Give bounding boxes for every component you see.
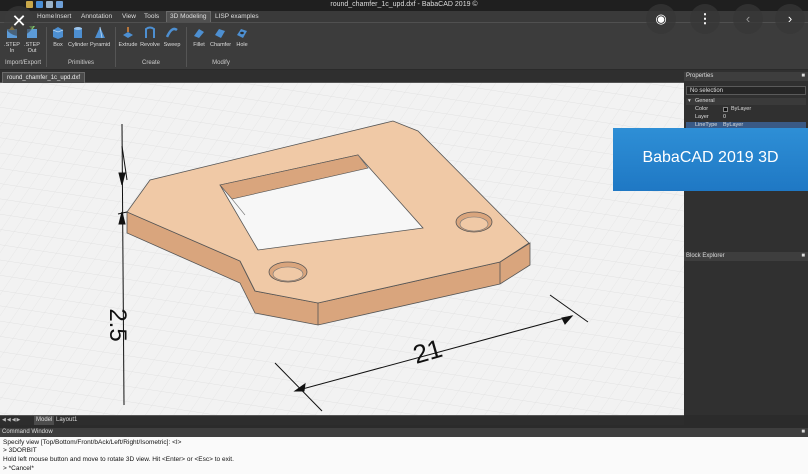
properties-header: Properties ■ <box>684 72 808 81</box>
property-row-layer[interactable]: Layer 0 <box>686 114 806 121</box>
ribbon-panel: .STEP In .STEP Out Import/Export Box Cyl… <box>0 23 808 70</box>
group-primitives-label: Primitives <box>67 60 94 66</box>
revolve-icon <box>145 26 155 38</box>
tab-lisp-examples[interactable]: LISP examples <box>212 12 262 22</box>
sweep-button[interactable]: Sweep <box>162 26 182 48</box>
group-separator <box>186 27 187 67</box>
close-icon[interactable]: ✕ <box>4 6 34 36</box>
cylinder-icon <box>74 27 82 38</box>
command-window[interactable]: Specify view [Top/Bottom/Front/bAck/Left… <box>0 437 808 474</box>
dimension-height-label: 2.5 <box>104 308 131 341</box>
pin-icon[interactable]: ■ <box>801 428 805 437</box>
command-line: > *Cancel* <box>3 465 34 472</box>
tab-nav-arrows[interactable]: ◀◀◀▶ <box>2 416 21 425</box>
collapse-icon[interactable]: ▾ <box>688 98 691 105</box>
chamfer-icon <box>215 29 225 38</box>
pin-icon[interactable]: ■ <box>801 72 805 81</box>
product-banner: BabaCAD 2019 3D <box>613 128 808 191</box>
property-row-color[interactable]: Color ByLayer <box>686 106 806 113</box>
mount-hole-left-inner <box>272 266 304 282</box>
tab-model[interactable]: Model <box>34 416 55 425</box>
group-separator <box>46 27 47 67</box>
group-import-export-label: Import/Export <box>4 60 41 66</box>
layout-tabs: ◀◀◀▶ Model Layout1 <box>0 415 684 425</box>
chevron-right-icon[interactable]: › <box>775 4 805 34</box>
group-modify-label: Modify <box>212 60 230 66</box>
cylinder-button[interactable]: Cylinder <box>68 26 88 48</box>
box-button[interactable]: Box <box>48 26 68 48</box>
title-bar: round_chamfer_1c_upd.dxf - BabaCAD 2019 … <box>0 0 808 11</box>
3d-drawing[interactable]: 21 2.5 <box>0 83 684 415</box>
command-window-header: Command Window ■ <box>0 428 808 437</box>
more-options-icon[interactable]: ⋮ <box>690 4 720 34</box>
tab-tools[interactable]: Tools <box>141 12 162 22</box>
command-line: Hold left mouse button and move to rotat… <box>3 456 234 463</box>
ribbon-tabs: Home Insert Annotation View Tools 3D Mod… <box>0 11 808 23</box>
command-line: > 3DORBIT <box>3 447 37 454</box>
block-explorer-header: Block Explorer ■ <box>684 252 808 261</box>
tab-layout1[interactable]: Layout1 <box>54 416 79 425</box>
chevron-left-icon[interactable]: ‹ <box>733 4 763 34</box>
properties-section-general[interactable]: ▾ General <box>686 98 806 105</box>
revolve-button[interactable]: Revolve <box>140 26 160 48</box>
selection-dropdown[interactable]: No selection <box>686 86 806 95</box>
tab-insert[interactable]: Insert <box>52 12 74 22</box>
group-create-label: Create <box>141 60 160 66</box>
document-tab-bar: round_chamfer_1c_upd.dxf <box>0 70 684 83</box>
color-swatch <box>723 107 728 112</box>
hole-button[interactable]: Hole <box>232 26 252 48</box>
sweep-icon <box>166 27 178 38</box>
fillet-button[interactable]: Fillet <box>189 26 209 48</box>
tab-3d-modeling[interactable]: 3D Modeling <box>166 11 211 22</box>
drawing-viewport[interactable]: 21 2.5 <box>0 83 684 415</box>
fillet-icon <box>194 29 204 38</box>
extrude-button[interactable]: Extrude <box>118 26 138 48</box>
right-panel: Properties ■ No selection ▾ General Colo… <box>684 70 808 415</box>
mount-hole-right-inner <box>459 216 489 232</box>
box-icon <box>52 27 64 39</box>
document-tab[interactable]: round_chamfer_1c_upd.dxf <box>2 72 86 83</box>
command-line: Specify view [Top/Bottom/Front/bAck/Left… <box>3 439 182 446</box>
pyramid-icon <box>95 26 105 39</box>
tab-view[interactable]: View <box>119 12 139 22</box>
group-separator <box>115 27 116 67</box>
hole-icon <box>237 29 247 38</box>
pyramid-button[interactable]: Pyramid <box>90 26 110 48</box>
extrude-icon <box>123 27 133 38</box>
window-title: round_chamfer_1c_upd.dxf - BabaCAD 2019 … <box>330 1 478 8</box>
tab-annotation[interactable]: Annotation <box>78 12 115 22</box>
chamfer-button[interactable]: Chamfer <box>210 26 231 48</box>
lens-icon[interactable]: ◉ <box>646 4 676 34</box>
pin-icon[interactable]: ■ <box>801 252 805 261</box>
